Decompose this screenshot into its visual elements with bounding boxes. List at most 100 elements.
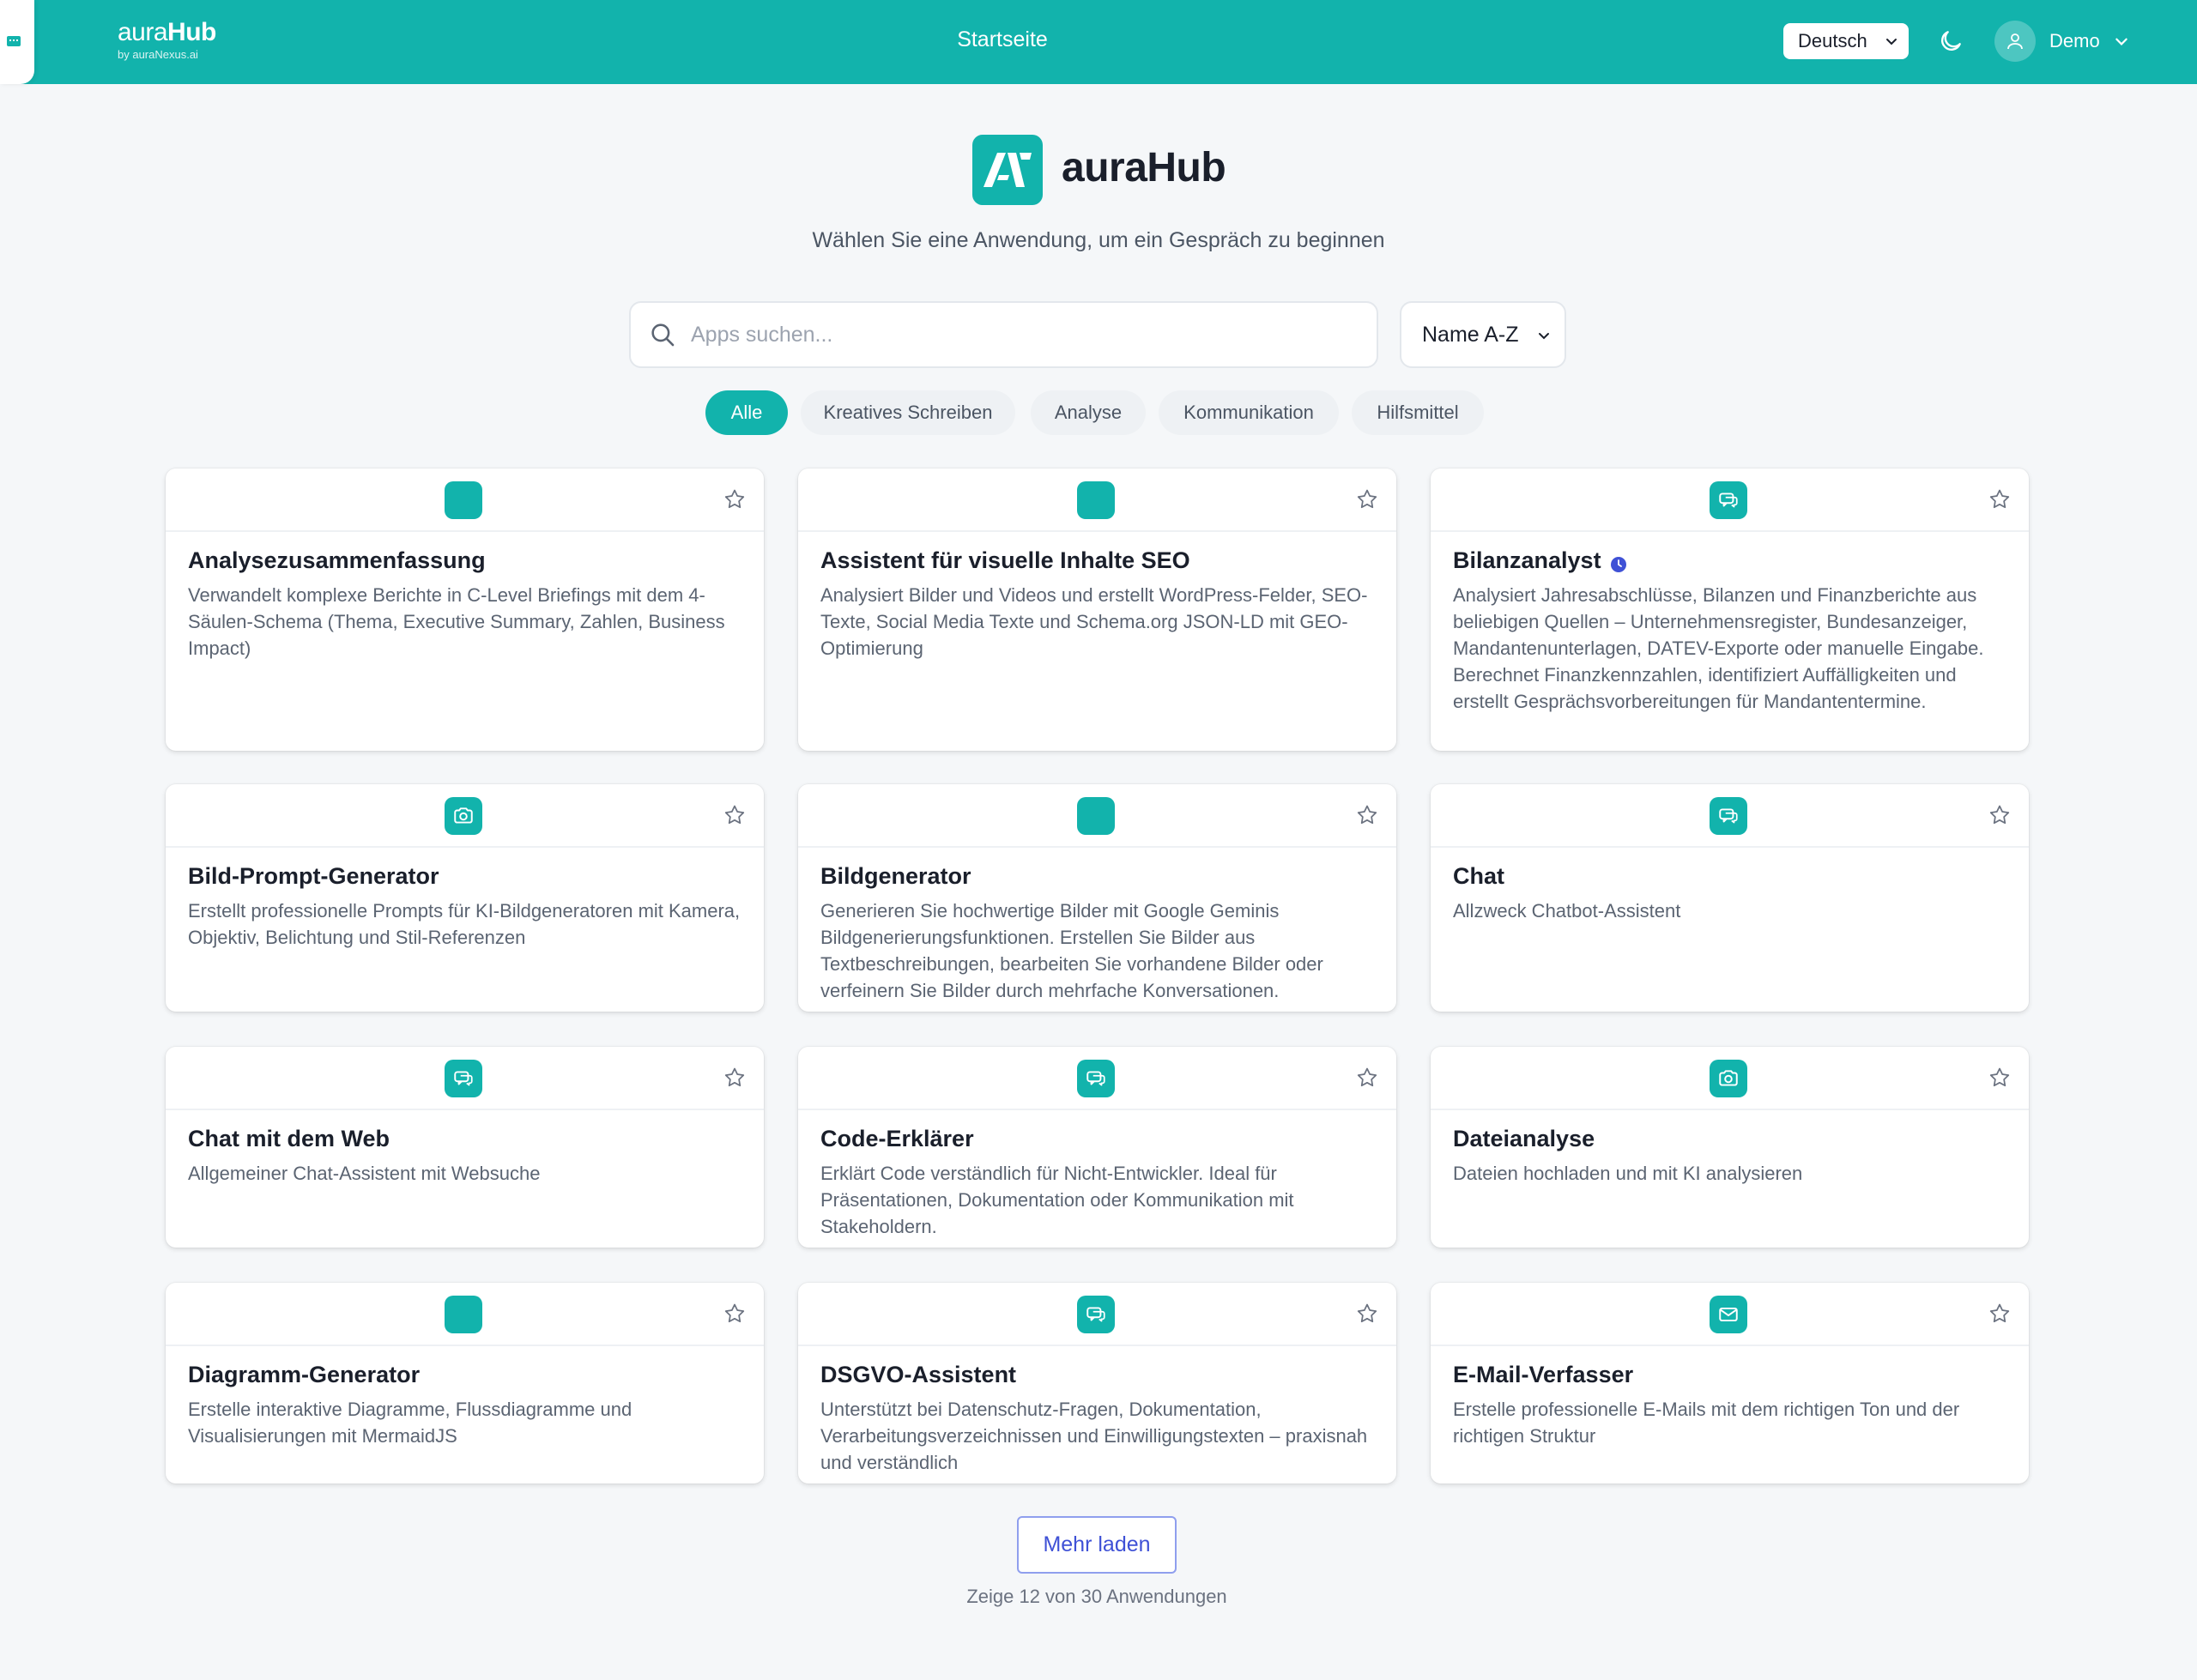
card-title-text: E-Mail-Verfasser bbox=[1453, 1362, 1634, 1387]
card-description: Analysiert Jahresabschlüsse, Bilanzen un… bbox=[1453, 584, 1984, 712]
favorite-star-icon[interactable] bbox=[723, 1302, 747, 1326]
favorite-star-icon[interactable] bbox=[1988, 1302, 2012, 1326]
filter-chip-alle[interactable]: Alle bbox=[705, 390, 788, 435]
app-card[interactable]: Code-Erklärer Erklärt Code verständlich f… bbox=[798, 1047, 1396, 1248]
app-card[interactable]: Analysezusammenfassung Verwandelt komplex… bbox=[166, 468, 764, 751]
app-card[interactable]: Bild-Prompt-Generator Erstellt profession… bbox=[166, 784, 764, 1012]
search-box bbox=[629, 301, 1378, 368]
dark-mode-toggle-icon[interactable] bbox=[1937, 27, 1964, 55]
card-title: Code-Erklärer bbox=[820, 1126, 974, 1152]
filter-label: Kommunikation bbox=[1183, 402, 1314, 423]
filter-label: Analyse bbox=[1054, 402, 1123, 423]
card-description: Erklärt Code verständlich für Nicht-Entw… bbox=[820, 1163, 1294, 1237]
card-header bbox=[166, 784, 764, 848]
camera-icon bbox=[1710, 1060, 1747, 1097]
card-title: Bilanzanalyst bbox=[1453, 547, 1627, 574]
favorite-star-icon[interactable] bbox=[1988, 487, 2012, 511]
card-header bbox=[798, 1047, 1396, 1110]
filter-chip-analyse[interactable]: Analyse bbox=[1031, 390, 1146, 435]
card-description: Erstelle interaktive Diagramme, Flussdia… bbox=[188, 1399, 632, 1447]
card-description: Allgemeiner Chat-Assistent mit Websuche bbox=[188, 1163, 541, 1184]
card-title: Diagramm-Generator bbox=[188, 1362, 420, 1388]
favorite-star-icon[interactable] bbox=[1355, 1302, 1379, 1326]
card-description: Erstellt professionelle Prompts für KI-B… bbox=[188, 900, 741, 948]
blank-app-icon bbox=[1077, 481, 1115, 519]
card-title: Dateianalyse bbox=[1453, 1126, 1595, 1152]
card-title: Bildgenerator bbox=[820, 863, 971, 890]
filter-chip-kreatives-schreiben[interactable]: Kreatives Schreiben bbox=[801, 390, 1015, 435]
chat-icon bbox=[1710, 481, 1747, 519]
app-card[interactable]: E-Mail-Verfasser Erstelle professionelle … bbox=[1431, 1283, 2029, 1484]
filter-chip-kommunikation[interactable]: Kommunikation bbox=[1159, 390, 1339, 435]
chevron-down-icon bbox=[1539, 333, 1549, 340]
language-select[interactable]: Deutsch bbox=[1783, 23, 1909, 59]
card-title: Chat mit dem Web bbox=[188, 1126, 390, 1152]
card-description: Generieren Sie hochwertige Bilder mit Go… bbox=[820, 900, 1323, 1001]
result-count: Zeige 12 von 30 Anwendungen bbox=[966, 1586, 1227, 1607]
favorite-star-icon[interactable] bbox=[723, 1066, 747, 1090]
card-title-text: Chat mit dem Web bbox=[188, 1126, 390, 1151]
card-title-text: Assistent für visuelle Inhalte SEO bbox=[820, 547, 1190, 573]
card-title-text: Analysezusammenfassung bbox=[188, 547, 486, 573]
card-title-text: Chat bbox=[1453, 863, 1504, 889]
card-header bbox=[798, 468, 1396, 532]
camera-icon bbox=[445, 797, 482, 835]
app-card[interactable]: Chat mit dem Web Allgemeiner Chat-Assiste… bbox=[166, 1047, 764, 1248]
card-description: Erstelle professionelle E-Mails mit dem … bbox=[1453, 1399, 1960, 1447]
card-title-text: Bild-Prompt-Generator bbox=[188, 863, 439, 889]
app-card[interactable]: Dateianalyse Dateien hochladen und mit KI… bbox=[1431, 1047, 2029, 1248]
filter-chip-hilfsmittel[interactable]: Hilfsmittel bbox=[1352, 390, 1484, 435]
mail-icon bbox=[1710, 1296, 1747, 1333]
app-card[interactable]: Bildgenerator Generieren Sie hochwertige … bbox=[798, 784, 1396, 1012]
clock-badge-icon bbox=[1610, 553, 1627, 572]
app-card[interactable]: DSGVO-Assistent Unterstützt bei Datenschu… bbox=[798, 1283, 1396, 1484]
card-title: Assistent für visuelle Inhalte SEO bbox=[820, 547, 1190, 574]
hero-subtitle: Wählen Sie eine Anwendung, um ein Gesprä… bbox=[812, 228, 1385, 252]
card-title-text: Bildgenerator bbox=[820, 863, 971, 889]
sort-select[interactable]: Name A-Z bbox=[1400, 301, 1566, 368]
app-card[interactable]: Diagramm-Generator Erstelle interaktive D… bbox=[166, 1283, 764, 1484]
app-card[interactable]: Assistent für visuelle Inhalte SEO Analys… bbox=[798, 468, 1396, 751]
app-card[interactable]: Bilanzanalyst Analysiert Jahresabschlüsse… bbox=[1431, 468, 2029, 751]
blank-app-icon bbox=[445, 1296, 482, 1333]
chat-icon bbox=[1710, 797, 1747, 835]
search-input[interactable] bbox=[691, 322, 1343, 347]
favorite-star-icon[interactable] bbox=[1355, 803, 1379, 827]
hero-title: auraHub bbox=[1062, 145, 1226, 190]
card-description: Dateien hochladen und mit KI analysieren bbox=[1453, 1163, 1803, 1184]
card-header bbox=[1431, 1283, 2029, 1346]
user-icon bbox=[2007, 33, 2023, 50]
card-title-text: DSGVO-Assistent bbox=[820, 1362, 1017, 1387]
favorite-star-icon[interactable] bbox=[1988, 1066, 2012, 1090]
filter-label: Alle bbox=[730, 402, 763, 423]
avatar bbox=[1994, 21, 2036, 62]
chevron-down-icon bbox=[1886, 39, 1897, 45]
card-header bbox=[166, 468, 764, 532]
card-description: Verwandelt komplexe Berichte in C-Level … bbox=[188, 584, 725, 659]
card-description: Allzweck Chatbot-Assistent bbox=[1453, 900, 1681, 922]
chat-icon bbox=[1077, 1296, 1115, 1333]
card-title-text: Code-Erklärer bbox=[820, 1126, 974, 1151]
load-more-button[interactable]: Mehr laden bbox=[1017, 1516, 1177, 1574]
page-title: Startseite bbox=[957, 27, 1048, 51]
card-header bbox=[798, 784, 1396, 848]
user-menu[interactable]: Demo bbox=[1994, 21, 2129, 62]
card-title-text: Dateianalyse bbox=[1453, 1126, 1595, 1151]
favorite-star-icon[interactable] bbox=[723, 487, 747, 511]
chat-icon bbox=[1077, 1060, 1115, 1097]
favorite-star-icon[interactable] bbox=[1355, 1066, 1379, 1090]
favorite-star-icon[interactable] bbox=[1988, 803, 2012, 827]
aura-logo-icon bbox=[984, 153, 1032, 187]
favorite-star-icon[interactable] bbox=[1355, 487, 1379, 511]
language-value: Deutsch bbox=[1798, 30, 1867, 51]
card-header bbox=[1431, 468, 2029, 532]
favorite-star-icon[interactable] bbox=[723, 803, 747, 827]
app-card[interactable]: Chat Allzweck Chatbot-Assistent bbox=[1431, 784, 2029, 1012]
card-title: Chat bbox=[1453, 863, 1504, 890]
card-header bbox=[166, 1283, 764, 1346]
chevron-down-icon bbox=[2115, 38, 2127, 45]
card-title: DSGVO-Assistent bbox=[820, 1362, 1016, 1388]
card-description: Analysiert Bilder und Videos und erstell… bbox=[820, 584, 1368, 659]
user-name: Demo bbox=[2049, 30, 2100, 51]
blank-app-icon bbox=[445, 481, 482, 519]
